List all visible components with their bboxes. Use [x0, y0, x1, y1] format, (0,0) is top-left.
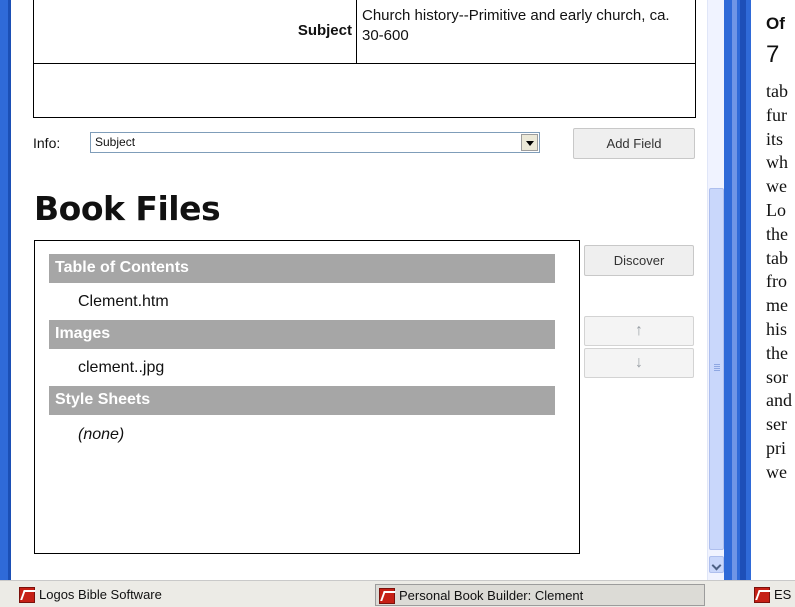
add-field-button[interactable]: Add Field [573, 128, 695, 159]
info-select-value: Subject [95, 135, 136, 149]
subject-label: Subject [34, 0, 357, 64]
metadata-table: Subject Church history--Primitive and ea… [33, 0, 696, 118]
subject-row: Subject Church history--Primitive and ea… [34, 0, 695, 64]
window-left-border [0, 0, 11, 580]
scroll-down-button[interactable] [709, 556, 724, 573]
text-line: and [766, 390, 792, 411]
text-line: its [766, 128, 784, 149]
text-line: we [766, 461, 787, 482]
text-line: the [766, 342, 788, 363]
text-line: the [766, 223, 788, 244]
chevron-down-icon[interactable] [521, 134, 538, 151]
text-line: tab [766, 81, 788, 101]
info-field-select[interactable]: Subject [90, 132, 540, 153]
text-line: me [766, 295, 788, 316]
window-divider [724, 0, 751, 607]
document-chapter-number: 7 [766, 41, 780, 68]
text-line: fur [766, 104, 787, 125]
taskbar-item-es[interactable]: ES [751, 584, 795, 606]
taskbar-item-logos[interactable]: Logos Bible Software [16, 584, 196, 606]
list-item-image-file[interactable]: clement..jpg [78, 359, 164, 377]
scrollbar-thumb[interactable] [709, 188, 724, 550]
list-item-style-sheets-none: (none) [78, 426, 125, 443]
move-down-button[interactable]: ↓ [584, 348, 694, 378]
taskbar-item-label: Logos Bible Software [39, 587, 162, 602]
group-header-style-sheets: Style Sheets [49, 386, 555, 415]
text-line: Lo [766, 199, 786, 220]
info-label: Info: [33, 135, 61, 151]
taskbar-item-book-builder[interactable]: Personal Book Builder: Clement [375, 584, 705, 606]
arrow-down-icon: ↓ [635, 354, 643, 371]
taskbar-item-label: Personal Book Builder: Clement [399, 588, 584, 603]
logos-app-icon [379, 588, 395, 604]
subject-value[interactable]: Church history--Primitive and early chur… [362, 6, 682, 46]
adjacent-document-panel: Of 7 tab fur its wh we Lo the tab fro me… [751, 0, 795, 580]
text-line: pri [766, 437, 786, 458]
vertical-scrollbar[interactable] [707, 0, 724, 580]
group-header-images: Images [49, 320, 555, 349]
text-line: sor [766, 366, 788, 387]
book-builder-panel: Subject Church history--Primitive and ea… [11, 0, 707, 580]
book-files-list[interactable]: Table of Contents Clement.htm Images cle… [34, 240, 580, 554]
text-line: his [766, 318, 788, 339]
grip-icon [714, 364, 720, 365]
arrow-up-icon: ↑ [635, 322, 643, 339]
text-line: wh [766, 152, 788, 173]
info-row: Info: Subject Add Field [33, 128, 696, 159]
logos-app-icon [754, 587, 770, 603]
book-files-title: Book Files [34, 189, 221, 228]
discover-button[interactable]: Discover [584, 245, 694, 276]
document-heading: Of [766, 14, 785, 33]
text-line: we [766, 176, 787, 197]
taskbar-item-label: ES [774, 587, 792, 602]
text-line: tab [766, 247, 788, 268]
list-item-toc-file[interactable]: Clement.htm [78, 293, 169, 311]
text-line: fro [766, 271, 787, 292]
taskbar: Logos Bible Software Personal Book Build… [0, 580, 795, 607]
logos-app-icon [19, 587, 35, 603]
move-up-button[interactable]: ↑ [584, 316, 694, 346]
document-text: tab fur its wh we Lo the tab fro me his … [766, 80, 792, 485]
text-line: ser [766, 414, 787, 435]
group-header-toc: Table of Contents [49, 254, 555, 283]
